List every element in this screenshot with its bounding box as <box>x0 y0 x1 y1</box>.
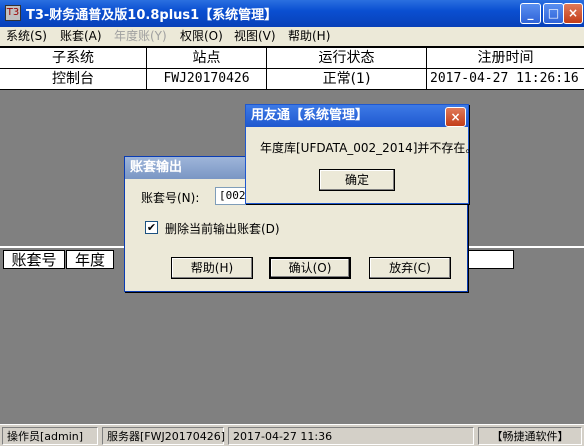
table-cell[interactable]: 正常(1) <box>267 69 427 89</box>
status-bar: 操作员[admin] 服务器[FWJ20170426] 2017-04-27 1… <box>0 424 584 446</box>
divider <box>0 89 584 90</box>
status-datetime: 2017-04-27 11:36 <box>228 427 474 445</box>
table-cell[interactable]: FWJ20170426 <box>147 69 267 89</box>
column-header[interactable]: 子系统 <box>0 48 147 68</box>
column-header-blank[interactable] <box>466 250 514 269</box>
dialog-title[interactable]: 用友通【系统管理】 <box>246 105 468 127</box>
status-brand: 【畅捷通软件】 <box>478 427 582 445</box>
window-title: T3-财务通普及版10.8plus1【系统管理】 <box>26 8 278 23</box>
menu-system[interactable]: 系统(S) <box>6 28 47 45</box>
status-server: 服务器[FWJ20170426] <box>102 427 225 445</box>
delete-account-checkbox[interactable]: ✔ <box>145 221 158 234</box>
table-cell[interactable]: 控制台 <box>0 69 147 89</box>
menu-help[interactable]: 帮助(H) <box>288 28 330 45</box>
menu-bar: 系统(S) 账套(A) 年度账(Y) 权限(O) 视图(V) 帮助(H) <box>0 27 584 46</box>
confirm-button[interactable]: 确认(O) <box>269 257 351 279</box>
column-header[interactable]: 年度 <box>66 250 114 269</box>
error-dialog: 用友通【系统管理】 × 年度库[UFDATA_002_2014]并不存在。 确定 <box>245 104 477 204</box>
table-cell[interactable]: 2017-04-27 11:26:16 <box>427 69 584 89</box>
column-header[interactable]: 注册时间 <box>427 48 584 68</box>
delete-account-checkbox-label[interactable]: 删除当前输出账套(D) <box>165 220 280 237</box>
subsystems-table: 子系统 站点 运行状态 注册时间 控制台 FWJ20170426 正常(1) 2… <box>0 46 584 90</box>
ok-button[interactable]: 确定 <box>319 169 395 191</box>
error-message: 年度库[UFDATA_002_2014]并不存在。 <box>260 141 478 155</box>
menu-view[interactable]: 视图(V) <box>234 28 276 45</box>
minimize-button[interactable]: _ <box>520 3 541 24</box>
maximize-button[interactable]: □ <box>543 3 564 24</box>
column-header[interactable]: 账套号 <box>3 250 65 269</box>
close-icon[interactable]: × <box>445 107 466 127</box>
help-button[interactable]: 帮助(H) <box>171 257 253 279</box>
close-button[interactable]: × <box>563 3 583 24</box>
checkmark-icon: ✔ <box>146 221 157 234</box>
account-number-label: 账套号(N): <box>141 191 200 205</box>
column-header[interactable]: 运行状态 <box>267 48 427 68</box>
menu-account[interactable]: 账套(A) <box>60 28 102 45</box>
app-icon: T3 <box>5 5 21 21</box>
cancel-button[interactable]: 放弃(C) <box>369 257 451 279</box>
menu-year-account[interactable]: 年度账(Y) <box>114 28 167 45</box>
title-bar[interactable]: T3 T3-财务通普及版10.8plus1【系统管理】 _ □ × <box>0 0 584 27</box>
menu-permission[interactable]: 权限(O) <box>180 28 223 45</box>
status-operator: 操作员[admin] <box>2 427 98 445</box>
column-header[interactable]: 站点 <box>147 48 267 68</box>
